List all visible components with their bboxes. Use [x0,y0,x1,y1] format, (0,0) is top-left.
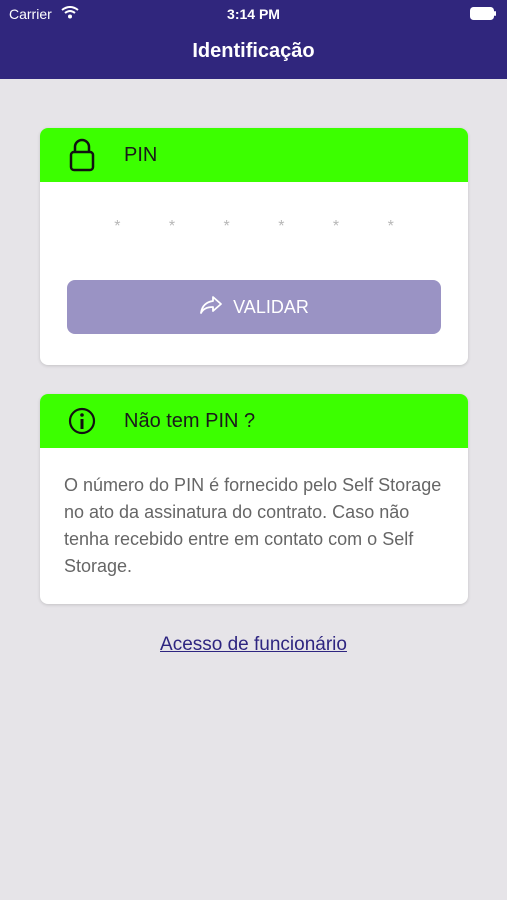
info-card-header: Não tem PIN ? [40,394,468,448]
status-bar: Carrier 3:14 PM [0,0,507,28]
pin-input[interactable]: * * * * * * [40,218,468,236]
pin-card-title: PIN [124,143,158,166]
status-time: 3:14 PM [227,6,280,22]
employee-access-link[interactable]: Acesso de funcionário [0,634,507,656]
battery-icon [470,7,497,20]
page-title: Identificação [192,40,315,62]
validar-label: VALIDAR [233,296,309,317]
info-card: Não tem PIN ? O número do PIN é fornecid… [40,394,468,604]
lock-icon [62,135,102,175]
navigation-bar: Carrier 3:14 PM Identificação [0,0,507,79]
info-card-body: O número do PIN é fornecido pelo Self St… [64,475,442,576]
share-arrow-icon [199,295,233,320]
pin-card: PIN * * * * * * VALIDAR [40,128,468,365]
pin-card-header: PIN [40,128,468,182]
info-card-title: Não tem PIN ? [124,409,256,432]
info-icon [62,401,102,441]
validar-button[interactable]: VALIDAR [67,280,441,334]
